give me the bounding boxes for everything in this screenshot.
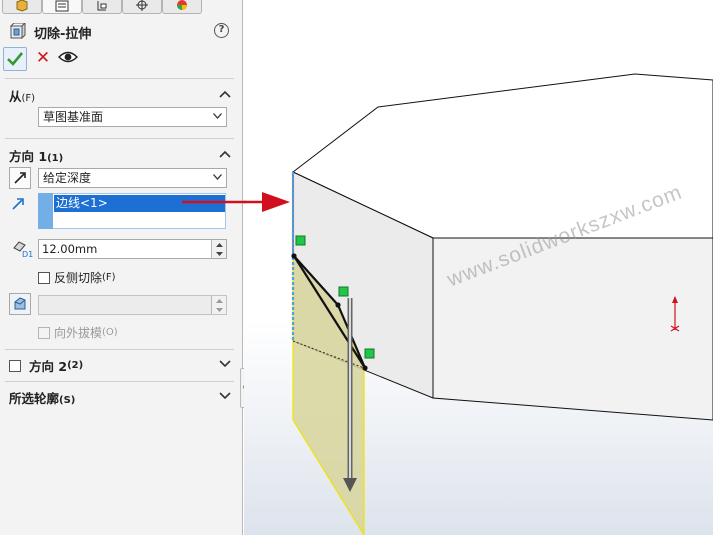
end-condition-value: 给定深度 xyxy=(43,171,92,185)
direction-of-extrusion-icon xyxy=(12,198,24,210)
checkbox-box[interactable] xyxy=(38,326,50,339)
direction1-label: 方向 1 xyxy=(9,149,48,164)
feature-manager-icon xyxy=(16,0,28,12)
direction2-group-title[interactable]: 方向 2 (2) xyxy=(9,356,83,375)
from-group-label: 从 xyxy=(9,89,22,104)
selected-contours-group-title[interactable]: 所选轮廓(S) xyxy=(9,388,75,407)
flip-side-hotkey: (F) xyxy=(102,272,116,283)
selected-contours-label: 所选轮廓 xyxy=(9,391,60,406)
sketch-point[interactable] xyxy=(335,302,341,308)
selection-list-indicator xyxy=(38,193,53,229)
action-buttons: ✕ xyxy=(0,46,242,72)
sketch-relation-handle[interactable] xyxy=(295,235,306,246)
separator xyxy=(5,78,234,79)
tab-property-manager[interactable] xyxy=(42,0,82,14)
reverse-direction-button[interactable] xyxy=(9,167,31,189)
selected-contours-hotkey: (S) xyxy=(59,395,76,406)
chevron-down-icon xyxy=(213,113,222,119)
help-icon[interactable]: ? xyxy=(214,23,229,38)
sketch-point[interactable] xyxy=(291,253,297,259)
sketch-point[interactable] xyxy=(362,365,368,371)
draft-angle-stepper[interactable] xyxy=(211,296,226,314)
depth-stepper[interactable] xyxy=(211,240,226,258)
chevron-down-icon xyxy=(213,174,222,180)
depth-value: 12.00mm xyxy=(42,242,98,256)
stepper-up-icon[interactable] xyxy=(212,296,226,305)
tab-display-manager[interactable] xyxy=(162,0,202,14)
draft-outward-hotkey: (O) xyxy=(102,327,118,338)
sketch-relation-handle[interactable] xyxy=(364,348,375,359)
start-condition-value: 草图基准面 xyxy=(43,110,104,124)
ok-button[interactable] xyxy=(3,47,27,71)
detailed-preview-button[interactable] xyxy=(58,50,80,68)
depth-input[interactable]: 12.00mm xyxy=(38,239,227,259)
draft-outward-checkbox[interactable]: 向外拔模 (O) xyxy=(38,324,118,341)
feature-title: 切除-拉伸 xyxy=(34,27,92,42)
reverse-direction-icon xyxy=(14,172,26,184)
separator xyxy=(5,138,234,139)
stepper-down-icon[interactable] xyxy=(212,305,226,314)
callout-arrow-tail xyxy=(182,200,246,204)
sketch-relation-handle[interactable] xyxy=(338,286,349,297)
from-group-hotkey: (F) xyxy=(21,93,36,104)
cancel-button[interactable]: ✕ xyxy=(34,50,52,68)
draft-on-off-button[interactable] xyxy=(9,293,31,315)
manager-tabs xyxy=(0,0,242,14)
draft-angle-input[interactable] xyxy=(38,295,227,315)
end-condition-select[interactable]: 给定深度 xyxy=(38,168,227,188)
direction1-group-title[interactable]: 方向 1(1) xyxy=(9,146,63,165)
tab-feature-manager[interactable] xyxy=(2,0,42,14)
chevron-up-icon[interactable] xyxy=(219,150,231,158)
direction2-hotkey: (2) xyxy=(67,360,84,371)
separator xyxy=(5,381,234,382)
from-group-title[interactable]: 从(F) xyxy=(9,86,35,105)
chevron-up-icon[interactable] xyxy=(219,90,231,98)
start-condition-select[interactable]: 草图基准面 xyxy=(38,107,227,127)
chevron-down-icon[interactable] xyxy=(219,392,231,400)
direction2-checkbox[interactable] xyxy=(9,359,21,372)
feature-header: 切除-拉伸 ? xyxy=(0,20,242,42)
configuration-manager-icon xyxy=(97,1,107,11)
stepper-up-icon[interactable] xyxy=(212,240,226,249)
tab-configuration-manager[interactable] xyxy=(82,0,122,14)
graphics-area[interactable]: www.solidworkszxw.com xyxy=(244,0,713,535)
property-manager-panel: 切除-拉伸 ? ✕ 从(F) 草图基准面 方向 1(1) 给定深度 边线<1> … xyxy=(0,0,243,535)
chevron-down-icon[interactable] xyxy=(219,360,231,368)
stepper-down-icon[interactable] xyxy=(212,249,226,258)
dimxpert-icon xyxy=(136,0,148,11)
draft-icon xyxy=(14,297,26,310)
svg-text:D1: D1 xyxy=(22,250,33,259)
separator xyxy=(5,349,234,350)
flip-side-label: 反侧切除 xyxy=(54,271,103,285)
checkmark-icon xyxy=(7,52,23,66)
appearance-icon xyxy=(177,0,187,10)
direction2-label: 方向 2 xyxy=(29,359,68,374)
checkbox-box[interactable] xyxy=(38,271,50,284)
property-manager-icon xyxy=(55,0,69,12)
flip-side-to-cut-checkbox[interactable]: 反侧切除 (F) xyxy=(38,269,116,286)
extruded-cut-icon xyxy=(10,23,26,39)
draft-outward-label: 向外拔模 xyxy=(54,326,103,340)
eye-icon xyxy=(58,51,78,63)
depth-icon: D1 xyxy=(13,241,33,259)
direction1-hotkey: (1) xyxy=(47,153,64,164)
tab-dimxpert-manager[interactable] xyxy=(122,0,162,14)
